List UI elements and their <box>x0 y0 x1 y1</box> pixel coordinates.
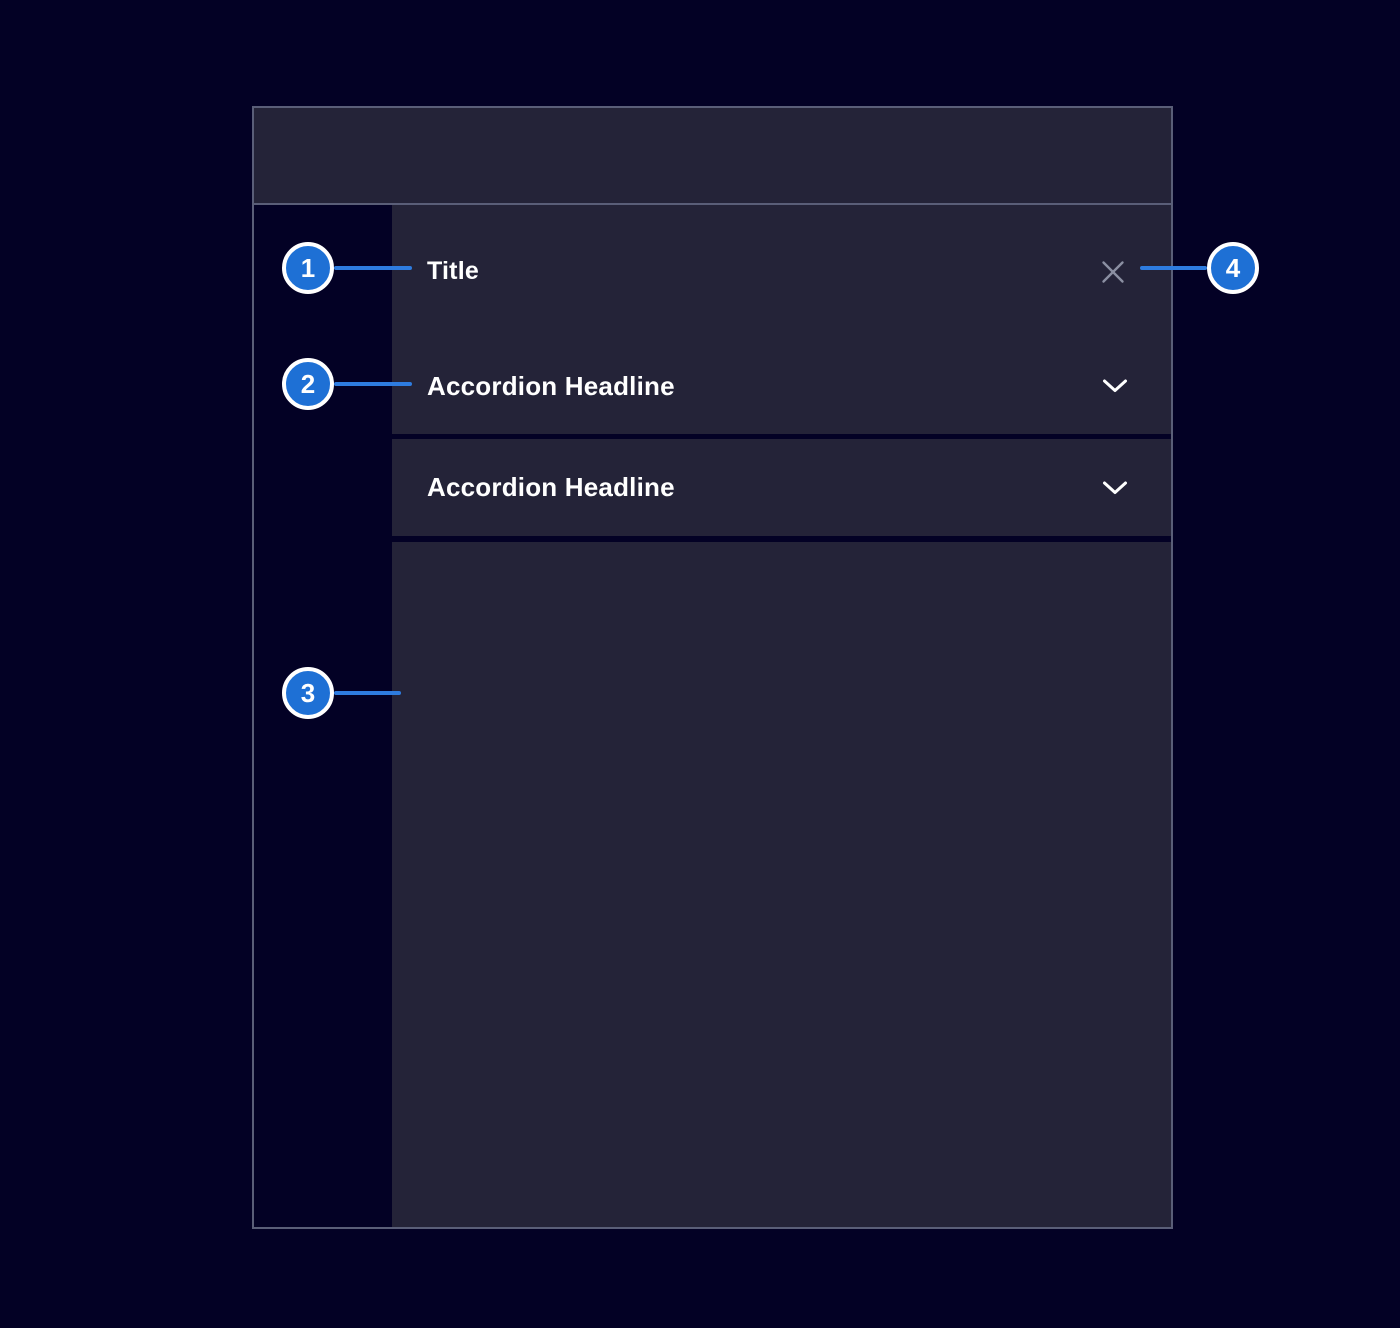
callout-number: 1 <box>301 253 315 284</box>
accordion-header[interactable]: Accordion Headline <box>392 338 1171 434</box>
callout-line-1 <box>334 266 412 270</box>
callout-line-2 <box>334 382 412 386</box>
dialog-body: Title Accordion Headline <box>254 205 1171 1227</box>
dialog-panel: Title Accordion Headline <box>392 205 1171 1227</box>
callout-badge-4: 4 <box>1207 242 1259 294</box>
left-spacer-column <box>254 205 392 1227</box>
accordion-headline: Accordion Headline <box>427 371 675 402</box>
dialog-title-row: Title <box>392 205 1171 338</box>
callout-number: 4 <box>1226 253 1240 284</box>
callout-number: 2 <box>301 369 315 400</box>
chevron-down-icon <box>1102 378 1128 394</box>
page-canvas: Title Accordion Headline <box>0 0 1400 1328</box>
callout-line-4 <box>1140 266 1207 270</box>
callout-badge-2: 2 <box>282 358 334 410</box>
dialog-content-area <box>392 542 1171 1227</box>
callout-number: 3 <box>301 678 315 709</box>
dialog-title: Title <box>427 257 479 286</box>
callout-badge-3: 3 <box>282 667 334 719</box>
dialog-frame: Title Accordion Headline <box>252 106 1173 1229</box>
callout-badge-1: 1 <box>282 242 334 294</box>
chevron-down-icon <box>1102 480 1128 496</box>
dialog-header-band <box>254 108 1171 205</box>
dialog-top-section: Title Accordion Headline <box>392 205 1171 434</box>
accordion-header[interactable]: Accordion Headline <box>392 439 1171 536</box>
accordion-headline: Accordion Headline <box>427 472 675 503</box>
close-button[interactable] <box>1098 257 1128 287</box>
x-close-icon <box>1100 259 1126 285</box>
callout-line-3 <box>334 691 401 695</box>
